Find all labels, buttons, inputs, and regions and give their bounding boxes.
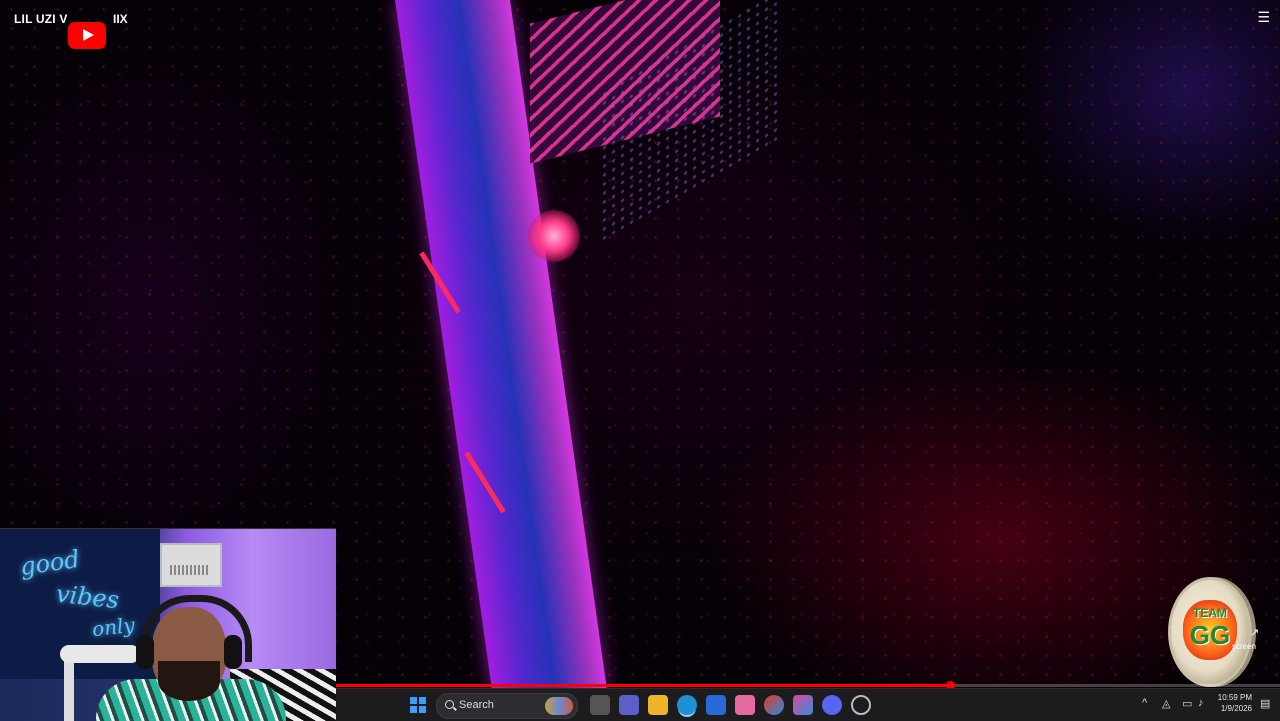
air-conditioner bbox=[160, 543, 222, 587]
network-icon[interactable]: ◬ bbox=[1162, 697, 1170, 710]
streamer-beard bbox=[158, 661, 220, 701]
video-progress-fill bbox=[336, 684, 950, 687]
discord-icon[interactable] bbox=[822, 695, 842, 715]
taskbar-clock[interactable]: 10:59 PM 1/9/2026 bbox=[1208, 692, 1252, 714]
video-title-suffix[interactable]: IIX bbox=[113, 12, 128, 26]
microphone bbox=[60, 645, 140, 663]
windows-start-icon[interactable] bbox=[410, 697, 426, 713]
volume-icon[interactable]: ♪ bbox=[1198, 697, 1204, 709]
search-icon bbox=[445, 700, 454, 709]
webcam-overlay: good vibes only bbox=[0, 528, 336, 721]
paint-icon[interactable] bbox=[735, 695, 755, 715]
share-arrow-icon[interactable]: ↗ bbox=[1250, 626, 1259, 640]
chrome-icon[interactable] bbox=[851, 695, 871, 715]
clock-time: 10:59 PM bbox=[1217, 693, 1252, 702]
stream-share-controls[interactable]: ↗ screen bbox=[1232, 626, 1259, 654]
copilot-icon[interactable] bbox=[793, 695, 813, 715]
headset-ear-right bbox=[224, 635, 242, 669]
video-light-blob bbox=[528, 210, 580, 262]
folder-icon[interactable] bbox=[648, 695, 668, 715]
store-icon[interactable] bbox=[706, 695, 726, 715]
office-icon[interactable] bbox=[764, 695, 784, 715]
video-menu-icon[interactable]: ☰ bbox=[1257, 10, 1270, 24]
badge-team-text: TEAM bbox=[1193, 606, 1227, 620]
search-highlight-icon[interactable] bbox=[545, 697, 573, 715]
clock-date: 1/9/2026 bbox=[1220, 704, 1252, 713]
edge-icon[interactable] bbox=[677, 695, 697, 715]
windows-taskbar: Search ^ ◬ ▭ ♪ 10:59 PM 1/9/2026 ▤ bbox=[336, 688, 1280, 721]
headset-ear-left bbox=[136, 635, 154, 669]
notifications-icon[interactable]: ▤ bbox=[1260, 697, 1270, 710]
tray-overflow-icon[interactable]: ^ bbox=[1142, 697, 1147, 709]
search-placeholder: Search bbox=[459, 699, 494, 711]
video-title[interactable]: LIL UZI V bbox=[14, 12, 68, 26]
teams-icon[interactable] bbox=[619, 695, 639, 715]
taskbar-search-input[interactable]: Search bbox=[436, 693, 578, 719]
share-screen-label: screen bbox=[1232, 642, 1257, 651]
file-explorer-icon[interactable] bbox=[590, 695, 610, 715]
youtube-logo-icon[interactable] bbox=[68, 22, 106, 49]
neon-word-only: only bbox=[90, 612, 136, 642]
display-icon[interactable]: ▭ bbox=[1182, 697, 1192, 710]
team-gg-badge: TEAM GG bbox=[1168, 577, 1252, 687]
video-progress-bar[interactable] bbox=[336, 681, 1280, 690]
